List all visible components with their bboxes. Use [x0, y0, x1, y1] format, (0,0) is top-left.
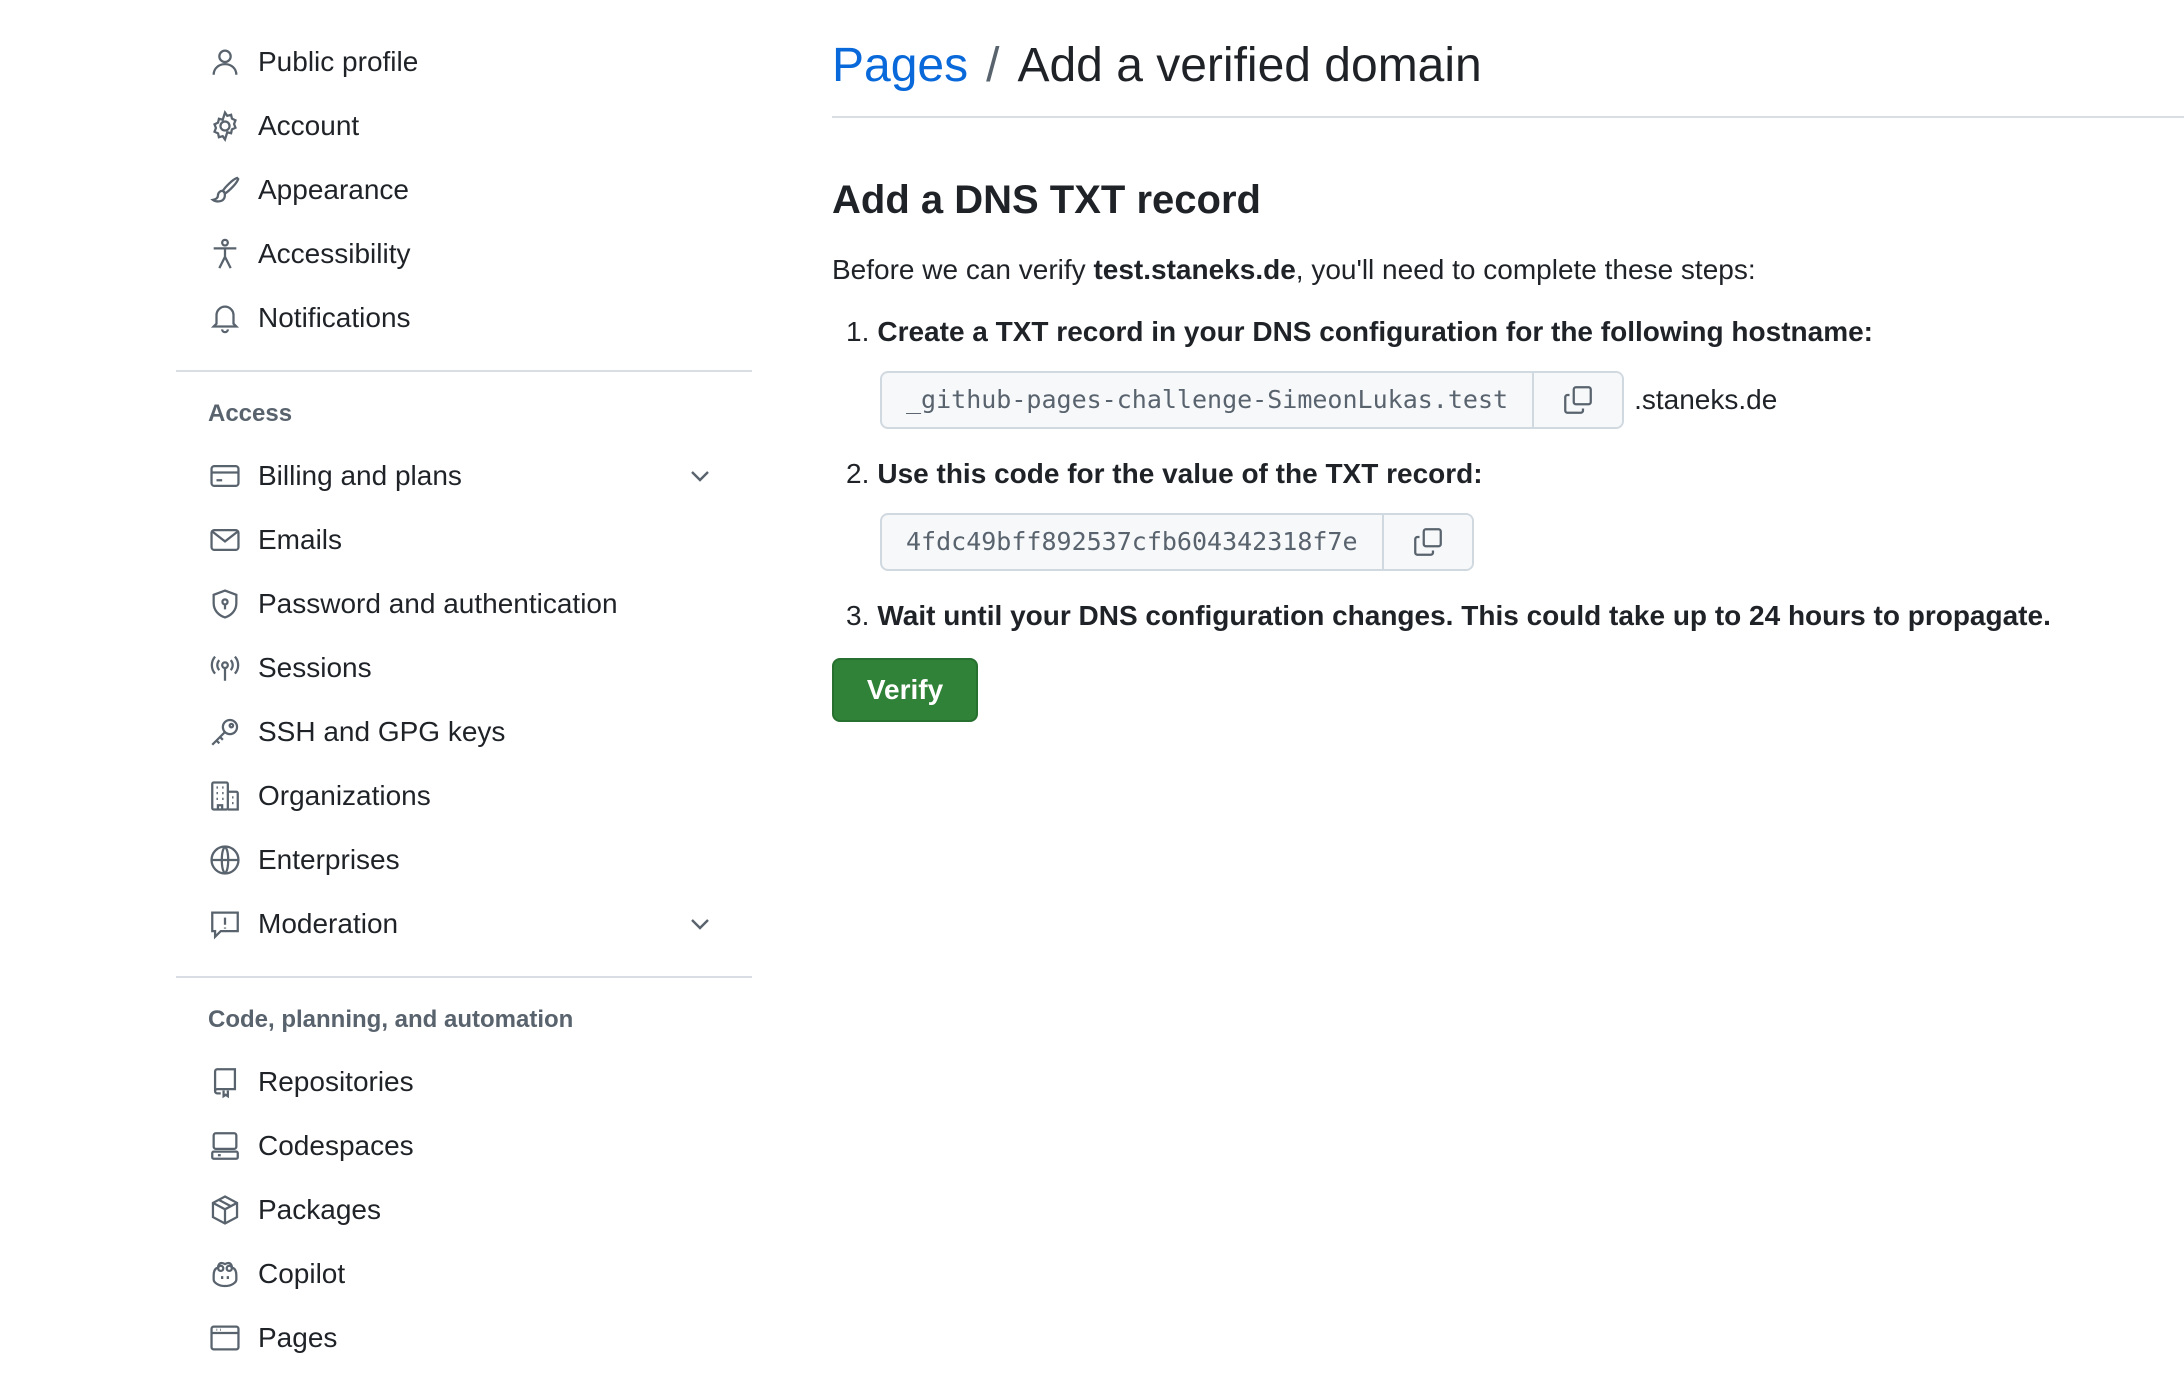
sidebar-code-group: Repositories Codespaces Packages Copilot… — [176, 1050, 752, 1370]
sidebar-item-enterprises[interactable]: Enterprises — [176, 828, 752, 892]
gear-icon — [208, 109, 242, 143]
step-number: 1. — [846, 316, 870, 347]
main-content: Pages / Add a verified domain Add a DNS TX… — [832, 30, 2184, 722]
accessibility-icon — [208, 237, 242, 271]
intro-suffix: , you'll need to complete these steps: — [1295, 254, 1756, 285]
sidebar-item-codespaces[interactable]: Codespaces — [176, 1114, 752, 1178]
sidebar-item-label: Appearance — [258, 174, 410, 205]
page-title: Add a verified domain — [1017, 39, 1482, 92]
globe-icon — [208, 843, 242, 877]
broadcast-icon — [208, 651, 242, 685]
sidebar-item-label: Pages — [258, 1322, 338, 1353]
sidebar-item-password-auth[interactable]: Password and authentication — [176, 572, 752, 636]
sidebar-item-ssh-gpg[interactable]: SSH and GPG keys — [176, 700, 752, 764]
sidebar-divider — [176, 370, 752, 372]
section-heading: Add a DNS TXT record — [832, 178, 1261, 222]
verify-button[interactable]: Verify — [832, 658, 978, 722]
shield-lock-icon — [208, 587, 242, 621]
sidebar-item-label: Accessibility — [258, 238, 411, 269]
mail-icon — [208, 523, 242, 557]
sidebar-item-copilot[interactable]: Copilot — [176, 1242, 752, 1306]
sidebar-item-label: Organizations — [258, 780, 431, 811]
sidebar-item-pages[interactable]: Pages — [176, 1306, 752, 1370]
step-text: Create a TXT record in your DNS configur… — [877, 316, 1873, 347]
sidebar-item-billing[interactable]: Billing and plans — [176, 444, 752, 508]
sidebar-item-label: Account — [258, 110, 360, 141]
value-row: 4fdc49bff892537cfb604342318f7e — [880, 513, 2184, 571]
sidebar-item-label: Codespaces — [258, 1130, 414, 1161]
sidebar-divider — [176, 976, 752, 978]
sidebar-top-group: Public profile Account Appearance Access… — [176, 30, 752, 350]
sidebar-item-label: Billing and plans — [258, 460, 462, 491]
intro-text: Before we can verify test.staneks.de, yo… — [832, 250, 2184, 290]
bell-icon — [208, 301, 242, 335]
intro-domain: test.staneks.de — [1093, 254, 1296, 285]
repo-icon — [208, 1065, 242, 1099]
sidebar-group-title-code: Code, planning, and automation — [208, 1006, 574, 1033]
sidebar-item-notifications[interactable]: Notifications — [176, 286, 752, 350]
chevron-down-icon[interactable] — [684, 460, 716, 492]
copy-hostname-button[interactable] — [1532, 373, 1623, 427]
organization-icon — [208, 779, 242, 813]
step-number: 2. — [846, 458, 870, 489]
copy-icon — [1413, 528, 1442, 556]
step-text: Use this code for the value of the TXT r… — [877, 458, 1483, 489]
sidebar-item-emails[interactable]: Emails — [176, 508, 752, 572]
sidebar-item-label: Enterprises — [258, 844, 400, 875]
credit-card-icon — [208, 459, 242, 493]
copy-value-button[interactable] — [1381, 515, 1472, 569]
sidebar-access-group: Billing and plans Emails Password and au… — [176, 444, 752, 956]
codespaces-icon — [208, 1129, 242, 1163]
sidebar-item-label: Password and authentication — [258, 588, 618, 619]
step-2: 2. Use this code for the value of the TXT… — [832, 454, 2184, 494]
sidebar-item-account[interactable]: Account — [176, 94, 752, 158]
browser-icon — [208, 1321, 242, 1355]
hostname-copy-box: _github-pages-challenge-SimeonLukas.test — [880, 371, 1625, 429]
sidebar-item-label: Emails — [258, 524, 343, 555]
sidebar-item-label: SSH and GPG keys — [258, 716, 506, 747]
sidebar-item-sessions[interactable]: Sessions — [176, 636, 752, 700]
breadcrumb-separator: / — [986, 39, 1000, 92]
paintbrush-icon — [208, 173, 242, 207]
intro-prefix: Before we can verify — [832, 254, 1094, 285]
step-1: 1. Create a TXT record in your DNS config… — [832, 312, 2184, 352]
hostname-code[interactable]: _github-pages-challenge-SimeonLukas.test — [882, 373, 1532, 427]
sidebar-item-appearance[interactable]: Appearance — [176, 158, 752, 222]
step-number: 3. — [846, 600, 870, 631]
step-text: Wait until your DNS configuration change… — [877, 600, 2051, 631]
sidebar-item-label: Moderation — [258, 908, 399, 939]
sidebar-group-title-access: Access — [208, 400, 293, 427]
copy-icon — [1564, 386, 1592, 414]
copilot-icon — [208, 1257, 242, 1291]
sidebar-item-organizations[interactable]: Organizations — [176, 764, 752, 828]
report-icon — [208, 907, 242, 941]
person-icon — [208, 45, 242, 79]
sidebar-item-label: Notifications — [258, 302, 411, 333]
hostname-row: _github-pages-challenge-SimeonLukas.test… — [880, 371, 2184, 429]
sidebar-item-label: Repositories — [258, 1066, 414, 1097]
sidebar-item-label: Sessions — [258, 652, 372, 683]
hostname-suffix: .staneks.de — [1634, 384, 1778, 415]
sidebar-item-label: Public profile — [258, 46, 419, 77]
step-3: 3. Wait until your DNS configuration chan… — [832, 596, 2184, 636]
sidebar-item-label: Copilot — [258, 1258, 346, 1289]
sidebar-item-public-profile[interactable]: Public profile — [176, 30, 752, 94]
settings-sidebar: Public profile Account Appearance Access… — [176, 30, 752, 1370]
sidebar-item-accessibility[interactable]: Accessibility — [176, 222, 752, 286]
chevron-down-icon[interactable] — [684, 908, 716, 940]
value-code[interactable]: 4fdc49bff892537cfb604342318f7e — [882, 515, 1382, 569]
key-icon — [208, 715, 242, 749]
sidebar-item-packages[interactable]: Packages — [176, 1178, 752, 1242]
steps-list: 1. Create a TXT record in your DNS config… — [832, 312, 2184, 636]
sidebar-item-label: Packages — [258, 1194, 381, 1225]
value-copy-box: 4fdc49bff892537cfb604342318f7e — [880, 513, 1474, 571]
sidebar-item-repositories[interactable]: Repositories — [176, 1050, 752, 1114]
package-icon — [208, 1193, 242, 1227]
sidebar-item-moderation[interactable]: Moderation — [176, 892, 752, 956]
breadcrumb: Pages / Add a verified domain — [832, 30, 2184, 118]
breadcrumb-link-pages[interactable]: Pages — [832, 39, 968, 92]
